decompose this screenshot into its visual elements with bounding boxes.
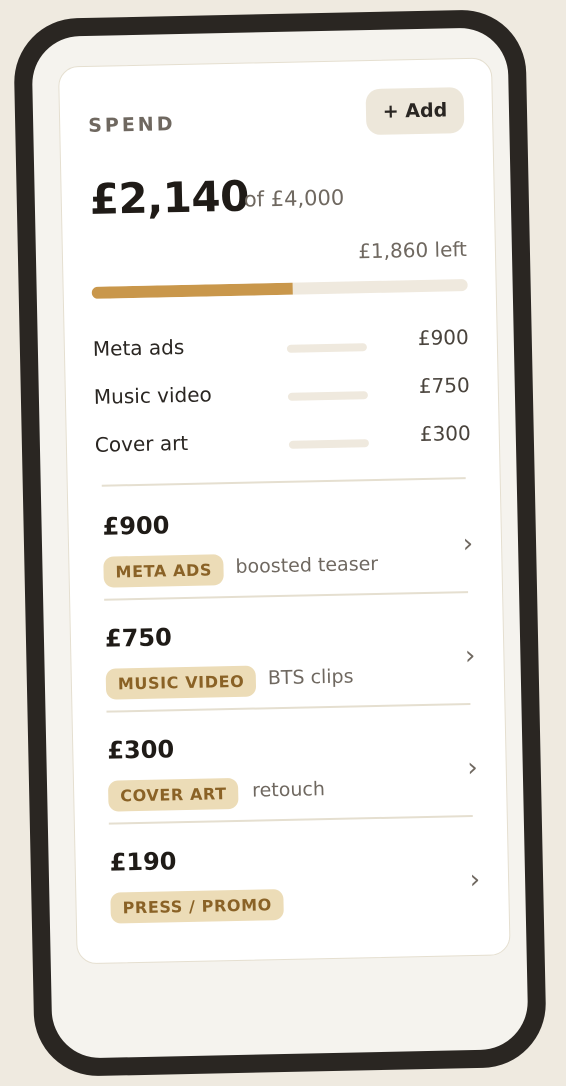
category-tag: META ADS [103, 554, 225, 588]
breakdown-bar [286, 343, 368, 353]
phone-screen: SPEND + Add £2,140 of £4,000 £1,860 left… [31, 27, 529, 1059]
breakdown-row-music-video: Music video £750 [93, 373, 471, 415]
transaction-row[interactable]: £300 COVER ART retouch › [107, 729, 479, 827]
breakdown-row-cover-art: Cover art £300 [94, 421, 472, 463]
budget-remaining: £1,860 left [357, 237, 468, 264]
transaction-amount: £750 [104, 623, 173, 653]
transaction-note: BTS clips [267, 665, 354, 690]
breakdown-value: £300 [419, 420, 471, 447]
transaction-amount: £190 [109, 847, 177, 877]
spend-card: SPEND + Add £2,140 of £4,000 £1,860 left… [57, 57, 511, 965]
breakdown-value: £900 [417, 325, 469, 351]
chevron-right-icon: › [462, 528, 474, 560]
category-tag: COVER ART [107, 777, 239, 812]
add-button[interactable]: + Add [365, 87, 465, 136]
transaction-note: retouch [251, 778, 326, 802]
breakdown-bar [288, 439, 370, 449]
total-spent: £2,140 [89, 171, 250, 224]
transaction-amount: £300 [107, 735, 175, 765]
breakdown-value: £750 [418, 372, 470, 399]
phone-frame: SPEND + Add £2,140 of £4,000 £1,860 left… [12, 8, 548, 1078]
transaction-row[interactable]: £750 MUSIC VIDEO BTS clips › [105, 617, 477, 715]
budget-progress-bar [91, 279, 468, 299]
chevron-right-icon: › [469, 864, 481, 896]
chevron-right-icon: › [467, 752, 479, 784]
divider [101, 477, 466, 487]
budget-progress-fill [91, 282, 293, 299]
category-tag: PRESS / PROMO [110, 889, 285, 924]
budget-total: of £4,000 [243, 185, 345, 212]
transaction-note: boosted teaser [235, 552, 379, 578]
breakdown-label: Meta ads [92, 334, 185, 361]
breakdown-label: Cover art [94, 430, 189, 457]
chevron-right-icon: › [464, 640, 476, 672]
transaction-amount: £900 [102, 511, 170, 541]
section-title: SPEND [87, 113, 176, 137]
breakdown-bar [287, 391, 369, 401]
breakdown-row-meta-ads: Meta ads £900 [92, 325, 470, 367]
transaction-row[interactable]: £190 PRESS / PROMO › [109, 841, 481, 939]
transaction-row[interactable]: £900 META ADS boosted teaser › [102, 505, 474, 603]
category-tag: MUSIC VIDEO [105, 665, 257, 700]
breakdown-label: Music video [93, 382, 213, 409]
